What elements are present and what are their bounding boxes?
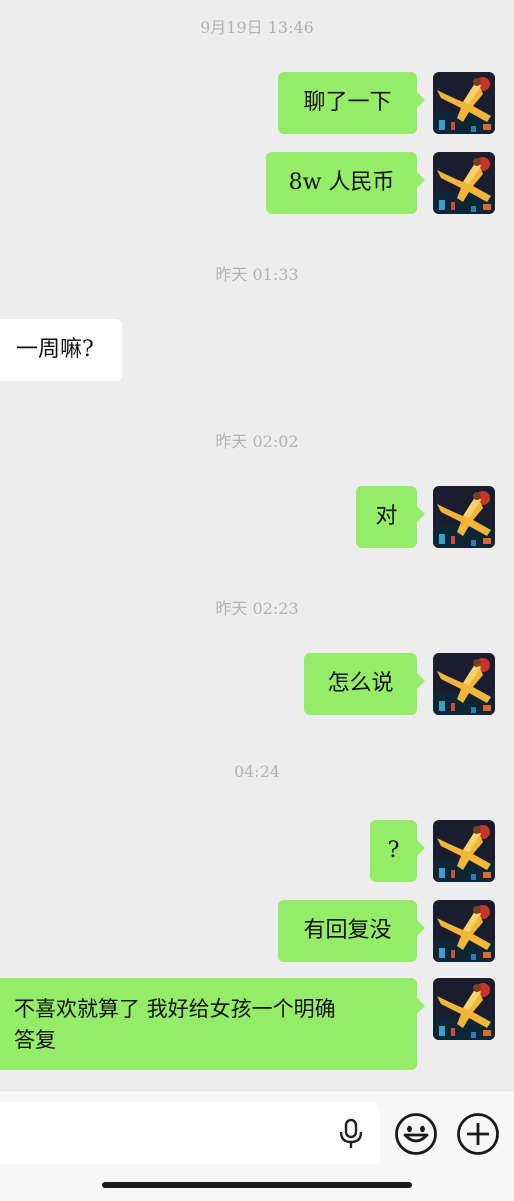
- timestamp: 昨天 02:02: [215, 432, 299, 451]
- message-bubble-outgoing[interactable]: 怎么说: [304, 653, 425, 715]
- message-input[interactable]: [0, 1102, 380, 1164]
- message-line: 不喜欢就算了 我好给女孩一个明确: [14, 997, 336, 1021]
- timestamp: 9月19日 13:46: [200, 18, 314, 37]
- home-indicator[interactable]: [102, 1182, 412, 1188]
- message-bubble-outgoing[interactable]: 8w 人民币: [266, 152, 425, 214]
- avatar[interactable]: [433, 72, 495, 134]
- timestamp: 04:24: [233, 762, 281, 781]
- avatar[interactable]: [433, 152, 495, 214]
- emoji-icon[interactable]: [394, 1112, 438, 1156]
- timestamp: 昨天 01:33: [215, 265, 299, 284]
- avatar[interactable]: [433, 978, 495, 1040]
- message-bubble-outgoing[interactable]: 对: [356, 486, 425, 548]
- message-bubble-outgoing[interactable]: ?: [370, 820, 425, 882]
- message-bubble-outgoing[interactable]: 聊了一下: [278, 72, 425, 134]
- timestamp: 昨天 02:23: [215, 599, 299, 618]
- avatar[interactable]: [433, 820, 495, 882]
- avatar[interactable]: [433, 653, 495, 715]
- message-bubble-outgoing[interactable]: 不喜欢就算了 我好给女孩一个明确 答复: [0, 978, 425, 1070]
- avatar[interactable]: [433, 900, 495, 962]
- avatar[interactable]: [433, 486, 495, 548]
- plus-icon[interactable]: [456, 1112, 500, 1156]
- message-bubble-incoming[interactable]: 一周嘛?: [0, 319, 122, 381]
- microphone-icon[interactable]: [338, 1118, 364, 1150]
- message-line: 答复: [14, 1028, 56, 1052]
- message-bubble-outgoing[interactable]: 有回复没: [278, 900, 425, 962]
